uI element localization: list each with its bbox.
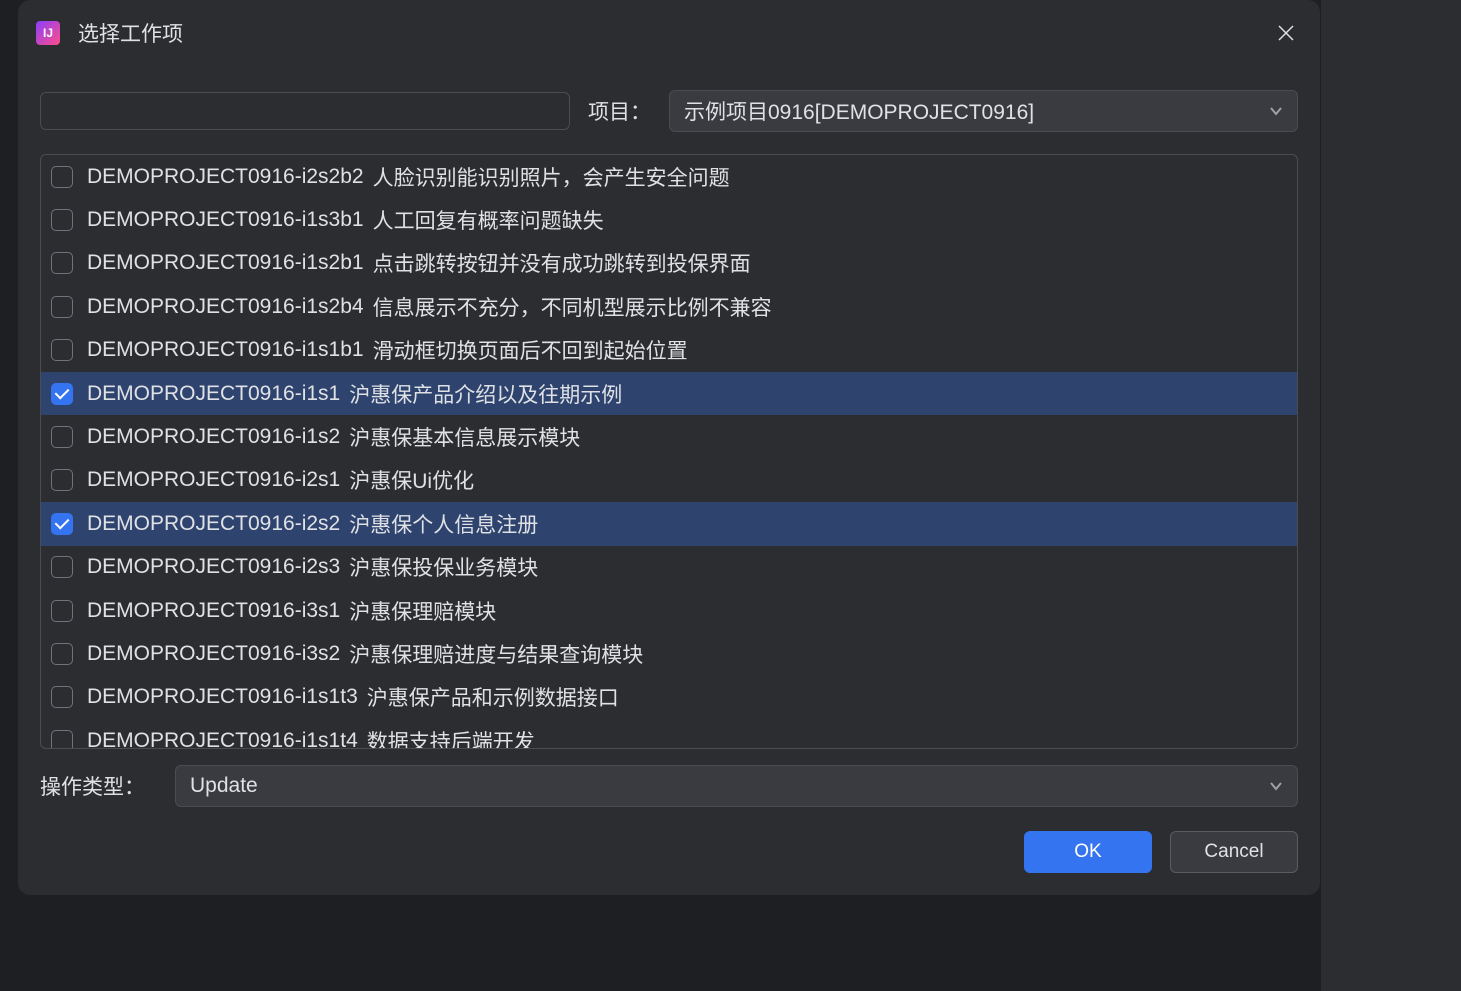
list-item[interactable]: DEMOPROJECT0916-i1s1t3 沪惠保产品和示例数据接口 bbox=[41, 676, 1297, 719]
checkbox[interactable] bbox=[51, 252, 73, 274]
ok-button[interactable]: OK bbox=[1024, 831, 1152, 873]
list-item[interactable]: DEMOPROJECT0916-i1s3b1 人工回复有概率问题缺失 bbox=[41, 198, 1297, 241]
item-desc: 沪惠保产品介绍以及往期示例 bbox=[349, 379, 622, 409]
list-item[interactable]: DEMOPROJECT0916-i2s2 沪惠保个人信息注册 bbox=[41, 502, 1297, 545]
dialog-buttons: OK Cancel bbox=[18, 807, 1320, 895]
checkbox[interactable] bbox=[51, 686, 73, 708]
operation-select-value: Update bbox=[190, 774, 1269, 798]
list-item[interactable]: DEMOPROJECT0916-i1s1 沪惠保产品介绍以及往期示例 bbox=[41, 372, 1297, 415]
item-id: DEMOPROJECT0916-i1s2 bbox=[87, 425, 340, 449]
item-desc: 滑动框切换页面后不回到起始位置 bbox=[373, 335, 688, 365]
item-desc: 沪惠保产品和示例数据接口 bbox=[367, 682, 619, 712]
item-id: DEMOPROJECT0916-i1s2b1 bbox=[87, 251, 364, 275]
item-desc: 人脸识别能识别照片，会产生安全问题 bbox=[373, 162, 730, 192]
checkbox[interactable] bbox=[51, 730, 73, 748]
select-work-item-dialog: IJ 选择工作项 项目： 示例项目0916[DEMOPROJECT0916] D… bbox=[18, 0, 1320, 895]
item-id: DEMOPROJECT0916-i1s1t3 bbox=[87, 685, 358, 709]
item-id: DEMOPROJECT0916-i1s1 bbox=[87, 382, 340, 406]
checkbox[interactable] bbox=[51, 383, 73, 405]
list-item[interactable]: DEMOPROJECT0916-i1s2b4 信息展示不充分，不同机型展示比例不兼… bbox=[41, 285, 1297, 328]
filter-input[interactable] bbox=[40, 92, 570, 130]
chevron-down-icon bbox=[1269, 104, 1283, 118]
work-item-list: DEMOPROJECT0916-i2s2b2人脸识别能识别照片，会产生安全问题D… bbox=[40, 154, 1298, 749]
filter-row: 项目： 示例项目0916[DEMOPROJECT0916] bbox=[18, 62, 1320, 144]
close-button[interactable] bbox=[1274, 21, 1298, 45]
item-desc: 沪惠保个人信息注册 bbox=[349, 509, 538, 539]
list-item[interactable]: DEMOPROJECT0916-i3s1 沪惠保理赔模块 bbox=[41, 589, 1297, 632]
item-id: DEMOPROJECT0916-i1s1b1 bbox=[87, 338, 364, 362]
operation-label: 操作类型： bbox=[40, 771, 145, 801]
operation-select[interactable]: Update bbox=[175, 765, 1298, 807]
item-id: DEMOPROJECT0916-i1s3b1 bbox=[87, 208, 364, 232]
intellij-icon: IJ bbox=[36, 21, 60, 45]
item-desc: 沪惠保理赔模块 bbox=[349, 596, 496, 626]
item-desc: 沪惠保基本信息展示模块 bbox=[349, 422, 580, 452]
item-id: DEMOPROJECT0916-i1s2b4 bbox=[87, 295, 364, 319]
item-id: DEMOPROJECT0916-i2s2b2 bbox=[87, 165, 364, 189]
item-desc: 点击跳转按钮并没有成功跳转到投保界面 bbox=[373, 248, 751, 278]
checkbox[interactable] bbox=[51, 296, 73, 318]
list-item[interactable]: DEMOPROJECT0916-i1s1t4 数据支持后端开发 bbox=[41, 719, 1297, 748]
checkbox[interactable] bbox=[51, 513, 73, 535]
project-label: 项目： bbox=[588, 96, 651, 126]
checkbox[interactable] bbox=[51, 643, 73, 665]
checkbox[interactable] bbox=[51, 556, 73, 578]
item-id: DEMOPROJECT0916-i3s1 bbox=[87, 599, 340, 623]
list-item[interactable]: DEMOPROJECT0916-i1s2b1 点击跳转按钮并没有成功跳转到投保界面 bbox=[41, 242, 1297, 285]
item-id: DEMOPROJECT0916-i3s2 bbox=[87, 642, 340, 666]
list-item[interactable]: DEMOPROJECT0916-i3s2 沪惠保理赔进度与结果查询模块 bbox=[41, 632, 1297, 675]
checkbox[interactable] bbox=[51, 600, 73, 622]
item-id: DEMOPROJECT0916-i2s2 bbox=[87, 512, 340, 536]
list-item[interactable]: DEMOPROJECT0916-i2s2b2 人脸识别能识别照片，会产生安全问题 bbox=[41, 155, 1297, 198]
project-select-value: 示例项目0916[DEMOPROJECT0916] bbox=[684, 96, 1269, 126]
item-id: DEMOPROJECT0916-i2s3 bbox=[87, 555, 340, 579]
item-desc: 信息展示不充分，不同机型展示比例不兼容 bbox=[373, 292, 772, 322]
cancel-button[interactable]: Cancel bbox=[1170, 831, 1298, 873]
dialog-title: 选择工作项 bbox=[78, 18, 1274, 48]
checkbox[interactable] bbox=[51, 426, 73, 448]
checkbox[interactable] bbox=[51, 209, 73, 231]
operation-row: 操作类型： Update bbox=[18, 749, 1320, 807]
item-desc: 沪惠保投保业务模块 bbox=[349, 552, 538, 582]
list-item[interactable]: DEMOPROJECT0916-i2s3 沪惠保投保业务模块 bbox=[41, 546, 1297, 589]
chevron-down-icon bbox=[1269, 779, 1283, 793]
checkbox[interactable] bbox=[51, 166, 73, 188]
checkbox[interactable] bbox=[51, 339, 73, 361]
project-select[interactable]: 示例项目0916[DEMOPROJECT0916] bbox=[669, 90, 1298, 132]
item-desc: 人工回复有概率问题缺失 bbox=[373, 205, 604, 235]
item-id: DEMOPROJECT0916-i1s1t4 bbox=[87, 729, 358, 748]
item-desc: 沪惠保Ui优化 bbox=[349, 465, 474, 495]
item-desc: 沪惠保理赔进度与结果查询模块 bbox=[349, 639, 643, 669]
list-item[interactable]: DEMOPROJECT0916-i1s1b1 滑动框切换页面后不回到起始位置 bbox=[41, 329, 1297, 372]
checkbox[interactable] bbox=[51, 469, 73, 491]
item-desc: 数据支持后端开发 bbox=[367, 726, 535, 748]
list-item[interactable]: DEMOPROJECT0916-i2s1 沪惠保Ui优化 bbox=[41, 459, 1297, 502]
close-icon bbox=[1277, 24, 1295, 42]
work-item-list-scroll[interactable]: DEMOPROJECT0916-i2s2b2人脸识别能识别照片，会产生安全问题D… bbox=[41, 155, 1297, 748]
editor-background bbox=[1321, 0, 1461, 991]
dialog-header: IJ 选择工作项 bbox=[18, 0, 1320, 62]
item-id: DEMOPROJECT0916-i2s1 bbox=[87, 468, 340, 492]
list-item[interactable]: DEMOPROJECT0916-i1s2 沪惠保基本信息展示模块 bbox=[41, 415, 1297, 458]
